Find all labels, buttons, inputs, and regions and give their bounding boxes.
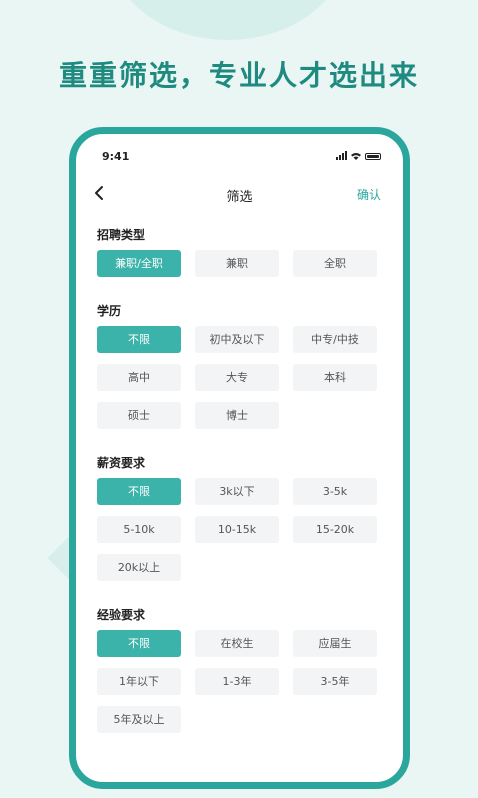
- filter-option-experience[interactable]: 1-3年: [195, 668, 279, 695]
- filter-option-salary[interactable]: 5-10k: [97, 516, 181, 543]
- status-time: 9:41: [102, 150, 130, 163]
- filter-option-salary[interactable]: 20k以上: [97, 554, 181, 581]
- filter-option-salary[interactable]: 3-5k: [293, 478, 377, 505]
- filter-option-salary[interactable]: 15-20k: [293, 516, 377, 543]
- option-group-salary: 不限 3k以下 3-5k 5-10k 10-15k 15-20k 20k以上: [97, 478, 382, 581]
- filter-option-experience[interactable]: 应届生: [293, 630, 377, 657]
- filter-option-education[interactable]: 大专: [195, 364, 279, 391]
- filter-option-recruit-type[interactable]: 兼职/全职: [97, 250, 181, 277]
- filter-content: 招聘类型 兼职/全职 兼职 全职 学历 不限 初中及以下 中专/中技 高中 大专 本科 硕士 博士 薪资要…: [97, 214, 382, 733]
- filter-option-education[interactable]: 不限: [97, 326, 181, 353]
- background-circle: [108, 0, 348, 40]
- option-group-education: 不限 初中及以下 中专/中技高中 大专 本科硕士 博士: [97, 326, 382, 429]
- option-group-recruit-type: 兼职/全职 兼职 全职: [97, 250, 382, 277]
- section-title-salary: 薪资要求: [97, 456, 146, 470]
- filter-option-education[interactable]: 高中: [97, 364, 181, 391]
- signal-icon: [336, 151, 347, 160]
- filter-option-salary[interactable]: 10-15k: [195, 516, 279, 543]
- filter-option-experience[interactable]: 3-5年: [293, 668, 377, 695]
- filter-option-education[interactable]: 硕士: [97, 402, 181, 429]
- filter-option-education[interactable]: 中专/中技: [293, 326, 377, 353]
- filter-option-salary[interactable]: 不限: [97, 478, 181, 505]
- wifi-icon: [351, 153, 361, 160]
- promo-headline: 重重筛选，专业人才选出来: [58, 59, 419, 92]
- page-title: 筛选: [226, 190, 253, 205]
- filter-option-recruit-type[interactable]: 全职: [293, 250, 377, 277]
- status-bar: 9:41: [76, 134, 403, 174]
- filter-option-education[interactable]: 本科: [293, 364, 377, 391]
- filter-option-experience[interactable]: 在校生: [195, 630, 279, 657]
- filter-option-experience[interactable]: 1年以下: [97, 668, 181, 695]
- filter-option-education[interactable]: 博士: [195, 402, 279, 429]
- battery-icon: [365, 153, 381, 160]
- section-title-experience: 经验要求: [97, 608, 146, 622]
- confirm-button[interactable]: 确认: [357, 186, 381, 203]
- option-group-experience: 不限 在校生 应届生 1年以下 1-3年 3-5年 5年及以上: [97, 630, 382, 733]
- section-title-recruit-type: 招聘类型: [97, 228, 146, 242]
- nav-bar: 筛选 确认: [76, 174, 403, 214]
- filter-option-experience[interactable]: 不限: [97, 630, 181, 657]
- status-icons: [336, 151, 381, 160]
- filter-option-salary[interactable]: 3k以下: [195, 478, 279, 505]
- filter-option-recruit-type[interactable]: 兼职: [195, 250, 279, 277]
- phone-frame: 9:41 筛选 确认 招聘类型 兼职/全职 兼职 全职 学历 不限 初中及以下 中专/中技 高中…: [69, 127, 410, 789]
- section-title-education: 学历: [97, 304, 122, 318]
- filter-option-education[interactable]: 初中及以下: [195, 326, 279, 353]
- filter-option-experience[interactable]: 5年及以上: [97, 706, 181, 733]
